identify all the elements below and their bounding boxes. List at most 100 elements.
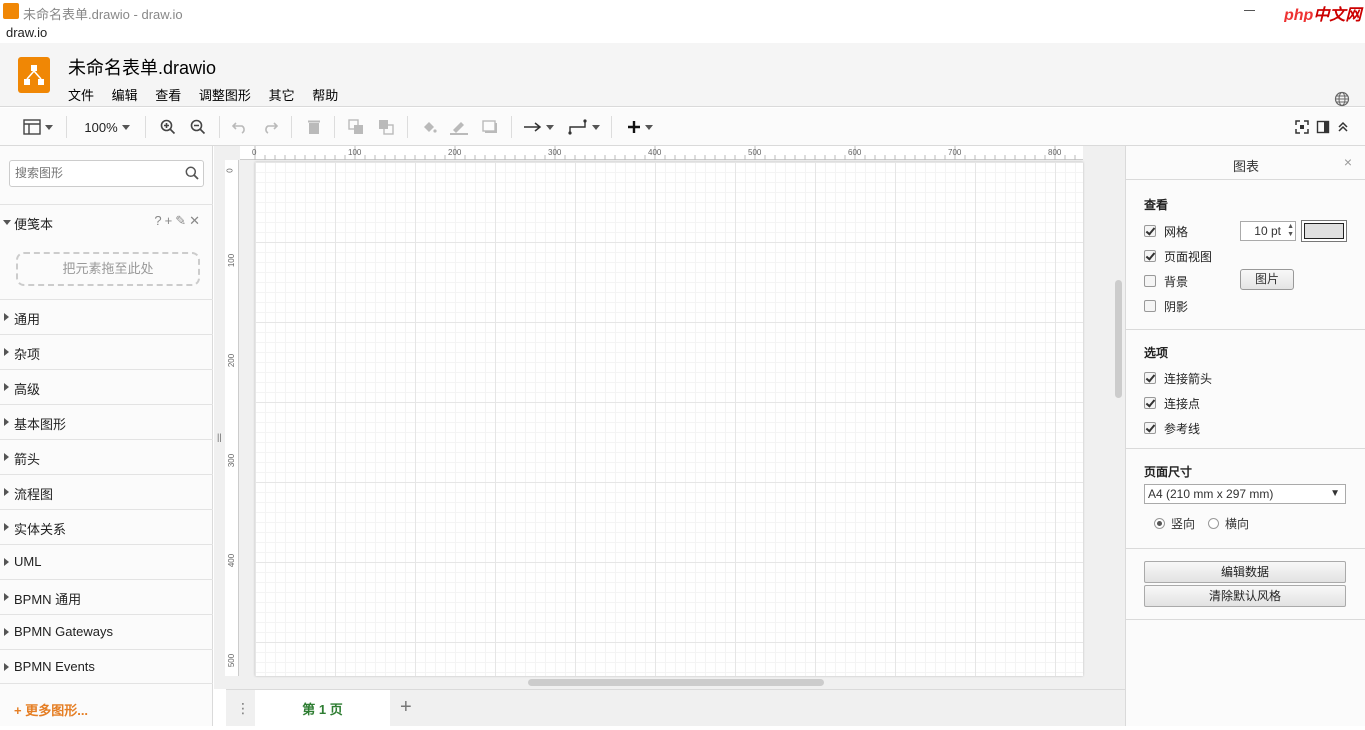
shadow-label: 阴影 — [1164, 299, 1189, 314]
menu-help[interactable]: 帮助 — [312, 88, 338, 103]
menu-view[interactable]: 查看 — [155, 88, 181, 103]
undo-button[interactable] — [230, 117, 250, 137]
horizontal-scrollbar[interactable] — [528, 679, 824, 686]
zoom-dropdown[interactable]: 100% — [78, 117, 136, 137]
shadow-option[interactable]: 阴影 — [1144, 298, 1188, 314]
sidebar-section-advanced[interactable]: 高级 — [0, 369, 213, 404]
close-icon[interactable]: ✕ — [189, 213, 203, 228]
toolbar: 100% — [0, 108, 1365, 146]
browser-bar: draw.io — [0, 22, 1365, 43]
guides-checkbox[interactable] — [1144, 422, 1156, 434]
zoom-in-icon — [160, 119, 176, 135]
scratchpad-dropzone[interactable]: 把元素拖至此处 — [16, 252, 200, 286]
menu-file[interactable]: 文件 — [68, 88, 94, 103]
view-panels-button[interactable] — [20, 117, 56, 137]
menu-edit[interactable]: 编辑 — [112, 88, 138, 103]
actions-section: 编辑数据 清除默认风格 — [1126, 549, 1365, 620]
zoom-in-button[interactable] — [158, 117, 178, 137]
sidebar-section-flowchart[interactable]: 流程图 — [0, 474, 213, 509]
ruler-label: 0 — [252, 148, 257, 157]
to-front-icon — [348, 119, 363, 134]
background-checkbox[interactable] — [1144, 275, 1156, 287]
page-tab-1[interactable]: 第 1 页 — [255, 690, 390, 727]
fill-color-button[interactable] — [419, 117, 439, 137]
edit-data-button[interactable]: 编辑数据 — [1144, 561, 1346, 583]
grid-option[interactable]: 网格 — [1144, 223, 1188, 239]
sidebar-section-basic[interactable]: 基本图形 — [0, 404, 213, 439]
portrait-radio[interactable] — [1154, 518, 1165, 529]
connection-points-label: 连接点 — [1164, 396, 1201, 411]
add-page-button[interactable]: + — [400, 696, 412, 719]
document-title[interactable]: 未命名表单.drawio — [68, 54, 216, 80]
format-panel-toggle[interactable] — [1314, 117, 1332, 137]
connection-arrows-checkbox[interactable] — [1144, 372, 1156, 384]
clear-default-style-button[interactable]: 清除默认风格 — [1144, 585, 1346, 607]
close-icon[interactable]: × — [1344, 154, 1352, 170]
shadow-icon — [482, 120, 497, 133]
sidebar-section-bpmn-general[interactable]: BPMN 通用 — [0, 579, 213, 614]
sidebar-section-bpmn-gateways[interactable]: BPMN Gateways — [0, 614, 213, 649]
ruler-label: 500 — [227, 653, 237, 668]
line-color-button[interactable] — [449, 117, 469, 137]
more-shapes-link[interactable]: + 更多图形... — [14, 700, 88, 719]
sidebar-section-label: UML — [14, 554, 42, 569]
connection-points-option[interactable]: 连接点 — [1144, 395, 1200, 411]
chevron-down-icon — [3, 220, 11, 225]
connection-points-checkbox[interactable] — [1144, 397, 1156, 409]
guides-option[interactable]: 参考线 — [1144, 420, 1200, 436]
grid-size-input[interactable]: 10 pt ▲ ▼ — [1240, 221, 1296, 241]
insert-button[interactable] — [622, 117, 658, 137]
portrait-option[interactable]: 竖向 — [1154, 515, 1195, 532]
to-front-button[interactable] — [346, 117, 366, 137]
redo-button[interactable] — [260, 117, 280, 137]
minimize-button[interactable] — [1244, 10, 1255, 11]
options-section-title: 选项 — [1144, 346, 1169, 360]
stepper-arrows-icon[interactable]: ▲ ▼ — [1287, 223, 1294, 239]
sidebar-section-arrows[interactable]: 箭头 — [0, 439, 213, 474]
sidebar-collapse-handle[interactable]: || — [217, 432, 222, 442]
to-back-button[interactable] — [376, 117, 396, 137]
collapse-toolbar-button[interactable] — [1334, 117, 1352, 137]
fullscreen-button[interactable] — [1293, 117, 1311, 137]
pages-menu-icon[interactable]: ⋮ — [236, 700, 250, 717]
paper-size-value: A4 (210 mm x 297 mm) — [1148, 487, 1274, 501]
grid-color-button[interactable] — [1301, 220, 1347, 242]
options-section: 选项 连接箭头 连接点 参考线 — [1126, 330, 1365, 449]
sidebar-section-er[interactable]: 实体关系 — [0, 509, 213, 544]
background-label: 背景 — [1164, 274, 1189, 289]
background-option[interactable]: 背景 — [1144, 273, 1188, 289]
paper-size-title: 页面尺寸 — [1144, 465, 1193, 479]
scratchpad-header[interactable]: 便笺本 ?+✎✕ — [0, 204, 213, 241]
ruler-label: 500 — [748, 148, 762, 157]
edit-icon[interactable]: ✎ — [175, 213, 189, 228]
shape-search-input[interactable] — [15, 166, 175, 180]
chevron-right-icon — [4, 523, 9, 531]
waypoints-button[interactable] — [566, 117, 602, 137]
menu-arrange[interactable]: 调整图形 — [199, 88, 251, 103]
page-view-option[interactable]: 页面视图 — [1144, 248, 1212, 264]
zoom-out-button[interactable] — [188, 117, 208, 137]
sidebar-section-general[interactable]: 通用 — [0, 299, 213, 334]
ruler-label: 200 — [227, 353, 237, 368]
page-view-checkbox[interactable] — [1144, 250, 1156, 262]
vertical-scrollbar[interactable] — [1115, 280, 1122, 398]
landscape-radio[interactable] — [1208, 518, 1219, 529]
add-icon[interactable]: + — [165, 213, 176, 228]
search-icon[interactable] — [185, 166, 199, 183]
paper-size-select[interactable]: A4 (210 mm x 297 mm) ▼ — [1144, 484, 1346, 504]
shadow-button[interactable] — [480, 117, 500, 137]
connection-style-button[interactable] — [522, 117, 556, 137]
scratchpad-tools: ?+✎✕ — [154, 213, 203, 229]
shadow-checkbox[interactable] — [1144, 300, 1156, 312]
grid-checkbox[interactable] — [1144, 225, 1156, 237]
connection-arrows-option[interactable]: 连接箭头 — [1144, 370, 1212, 386]
background-image-button[interactable]: 图片 — [1240, 269, 1294, 290]
drawing-page[interactable] — [255, 162, 1083, 676]
menu-extras[interactable]: 其它 — [269, 88, 295, 103]
sidebar-section-uml[interactable]: UML — [0, 544, 213, 579]
delete-button[interactable] — [304, 117, 324, 137]
sidebar-section-bpmn-events[interactable]: BPMN Events — [0, 649, 213, 684]
landscape-option[interactable]: 横向 — [1208, 515, 1249, 532]
help-icon[interactable]: ? — [154, 213, 164, 228]
sidebar-section-misc[interactable]: 杂项 — [0, 334, 213, 369]
